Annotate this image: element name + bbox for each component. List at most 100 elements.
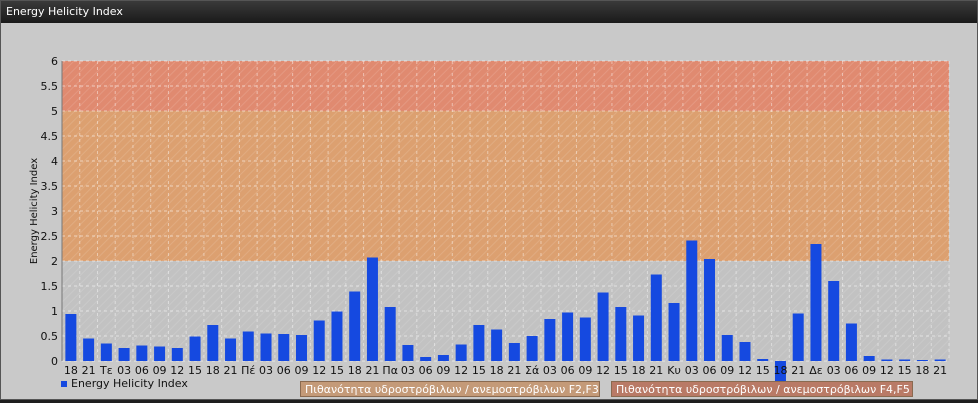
y-tick-label: 2 (51, 255, 58, 268)
bar[interactable] (934, 359, 946, 362)
x-tick-label: 12 (738, 364, 752, 377)
y-axis-label: Energy Helicity Index (29, 158, 40, 264)
x-tick-label: 12 (454, 364, 468, 377)
x-tick-label: 09 (294, 364, 308, 377)
x-tick-label: Δε (809, 364, 823, 377)
y-tick-label: 3 (51, 205, 58, 218)
band-label-f4-f5: Πιθανότητα υδροστρόβιλων / ανεμοστρόβιλω… (611, 381, 913, 397)
bar[interactable] (65, 314, 77, 361)
bar[interactable] (739, 342, 751, 361)
x-tick-label: 06 (419, 364, 433, 377)
chart-area: 0 0.5 1 1.5 2 2.5 3 3.5 4 4.5 5 5.5 6 18 21 Τε 03 06 09 12… (1, 23, 977, 399)
bar[interactable] (757, 359, 769, 361)
bar[interactable] (668, 303, 680, 361)
x-tick-label: 18 (206, 364, 220, 377)
x-tick-label: Πέ (241, 364, 255, 377)
bar[interactable] (189, 336, 201, 362)
bar[interactable] (313, 320, 325, 362)
bar[interactable] (331, 311, 343, 362)
x-tick-label: 21 (365, 364, 379, 377)
x-tick-label: 09 (862, 364, 876, 377)
bar[interactable] (100, 343, 112, 362)
bar[interactable] (792, 313, 804, 362)
x-tick-label: 06 (561, 364, 575, 377)
x-tick-label: Κυ (667, 364, 681, 377)
bar[interactable] (136, 345, 148, 362)
y-tick-label: 5 (51, 105, 58, 118)
bar[interactable] (242, 331, 254, 362)
bar[interactable] (650, 274, 662, 362)
x-tick-label: Τε (99, 364, 113, 377)
bar[interactable] (686, 240, 698, 362)
bar[interactable] (207, 325, 219, 361)
bar[interactable] (615, 307, 627, 361)
legend[interactable]: Energy Helicity Index (61, 377, 188, 390)
x-tick-label: 12 (880, 364, 894, 377)
x-tick-label: 15 (472, 364, 486, 377)
bar[interactable] (810, 244, 822, 361)
x-tick-label: 12 (170, 364, 184, 377)
x-tick-label: 09 (578, 364, 592, 377)
bar[interactable] (437, 355, 449, 361)
x-axis-ticks: 18 21 Τε 03 06 09 12 15 18 21 Πέ 03 06 09 12 15 18 21 Πα 03… (64, 364, 947, 377)
x-tick-label: Σά (525, 364, 539, 377)
bar[interactable] (455, 344, 467, 362)
bar[interactable] (295, 335, 307, 361)
x-tick-label: 06 (844, 364, 858, 377)
bar[interactable] (544, 319, 556, 361)
y-tick-label: 0 (51, 355, 58, 368)
x-tick-label: 09 (153, 364, 167, 377)
bar[interactable] (863, 356, 875, 361)
x-tick-label: 15 (188, 364, 202, 377)
x-tick-label: 18 (773, 364, 787, 377)
bar[interactable] (473, 325, 485, 361)
x-tick-label: 09 (720, 364, 734, 377)
bar[interactable] (916, 360, 928, 361)
x-tick-label: 21 (82, 364, 96, 377)
bar[interactable] (579, 317, 591, 362)
x-tick-label: 21 (933, 364, 947, 377)
bar[interactable] (118, 348, 130, 361)
bar[interactable] (633, 315, 645, 362)
x-tick-label: 03 (401, 364, 415, 377)
x-tick-label: 06 (277, 364, 291, 377)
bar[interactable] (704, 259, 716, 361)
bar[interactable] (845, 323, 857, 362)
x-tick-label: 21 (507, 364, 521, 377)
x-tick-label: 03 (685, 364, 699, 377)
bar[interactable] (384, 307, 396, 361)
y-tick-label: 1.5 (41, 280, 59, 293)
bar[interactable] (225, 338, 237, 362)
bar[interactable] (278, 334, 290, 361)
x-tick-label: 15 (898, 364, 912, 377)
bar[interactable] (899, 359, 911, 362)
bar[interactable] (349, 291, 361, 362)
bar[interactable] (597, 292, 609, 362)
bar[interactable] (366, 257, 378, 362)
x-tick-label: Πα (382, 364, 398, 377)
bar[interactable] (402, 345, 414, 361)
x-tick-label: 09 (436, 364, 450, 377)
x-tick-label: 15 (330, 364, 344, 377)
bar[interactable] (828, 281, 840, 361)
bar[interactable] (881, 359, 893, 362)
x-tick-label: 18 (64, 364, 78, 377)
bar[interactable] (721, 335, 733, 361)
bar[interactable] (420, 357, 432, 361)
bar[interactable] (562, 312, 574, 362)
x-tick-label: 06 (135, 364, 149, 377)
bar[interactable] (171, 348, 183, 361)
x-tick-label: 12 (596, 364, 610, 377)
x-tick-label: 21 (791, 364, 805, 377)
bar[interactable] (260, 333, 272, 362)
y-tick-label: 0.5 (41, 330, 59, 343)
bar[interactable] (491, 329, 503, 362)
bar[interactable] (526, 336, 538, 361)
x-tick-label: 18 (348, 364, 362, 377)
bar[interactable] (508, 343, 520, 361)
window-title: Energy Helicity Index (1, 1, 977, 23)
bar[interactable] (154, 346, 166, 362)
bar[interactable] (83, 338, 95, 362)
legend-label: Energy Helicity Index (71, 377, 188, 390)
x-tick-label: 03 (259, 364, 273, 377)
